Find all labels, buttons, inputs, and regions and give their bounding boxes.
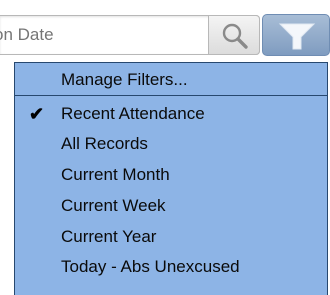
funnel-icon — [278, 23, 316, 50]
search-button[interactable] — [208, 15, 260, 55]
filter-item-label: Current Year — [61, 227, 157, 246]
filter-item-current-month[interactable]: Current Month — [15, 160, 327, 190]
filter-item-current-year[interactable]: Current Year — [15, 222, 327, 252]
filter-item-label: Recent Attendance — [61, 104, 205, 123]
checkmark-icon: ✔ — [29, 104, 45, 124]
filter-item-label: All Records — [61, 134, 148, 153]
manage-filters-label: Manage Filters... — [61, 70, 188, 89]
filter-button[interactable] — [262, 14, 330, 56]
filter-item-all-records[interactable]: All Records — [15, 129, 327, 159]
filter-dropdown-screen: Manage Filters... ✔ Recent Attendance Al… — [0, 0, 330, 295]
search-toolbar — [0, 0, 330, 62]
filter-item-recent-attendance[interactable]: ✔ Recent Attendance — [15, 99, 327, 129]
magnifier-icon — [222, 23, 248, 49]
filter-item-current-week[interactable]: Current Week — [15, 191, 327, 221]
filter-menu: Manage Filters... ✔ Recent Attendance Al… — [14, 62, 328, 295]
filter-item-label: Current Week — [61, 196, 166, 215]
search-input[interactable] — [0, 16, 205, 54]
manage-filters-item[interactable]: Manage Filters... — [15, 65, 327, 96]
filter-item-today-abs-unexcused[interactable]: Today - Abs Unexcused — [15, 252, 327, 282]
filter-item-label: Current Month — [61, 165, 170, 184]
filter-item-label: Today - Abs Unexcused — [61, 257, 240, 276]
